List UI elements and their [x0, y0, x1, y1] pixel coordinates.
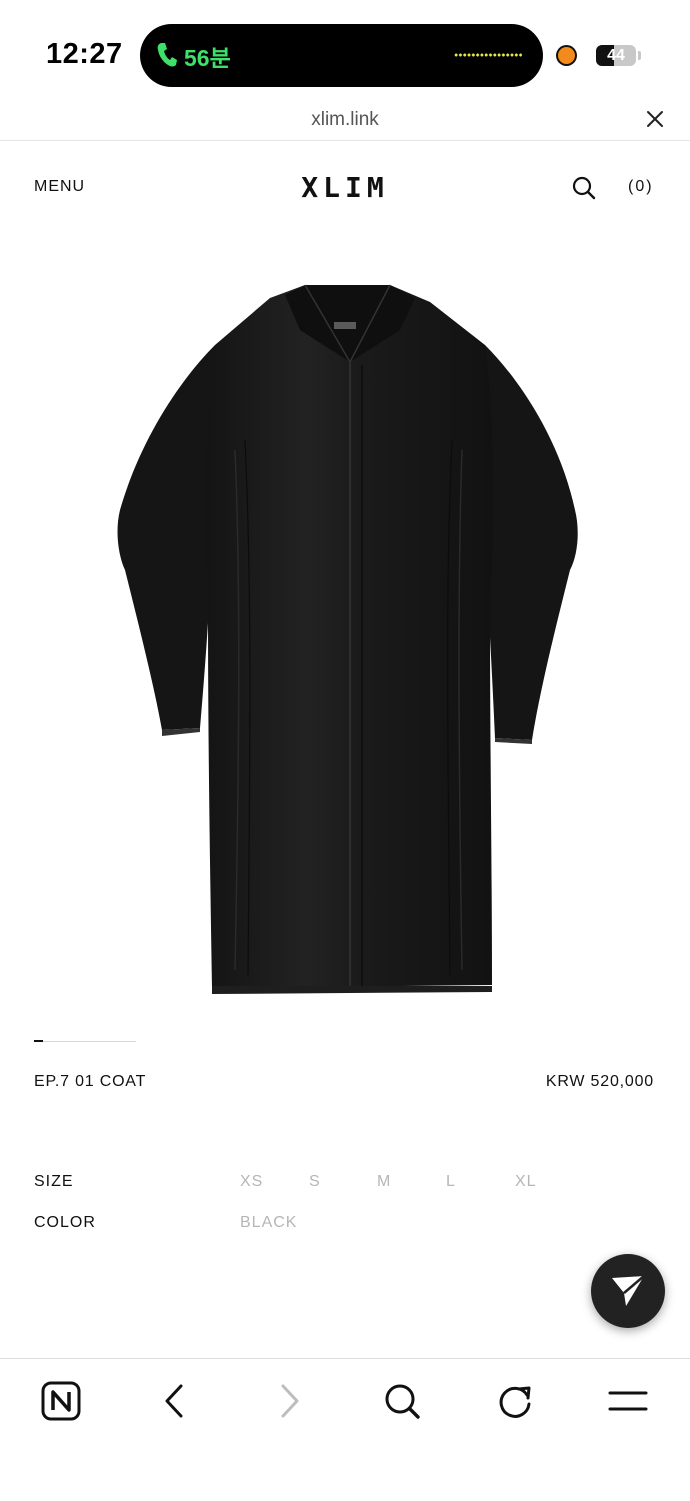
color-label: COLOR	[34, 1214, 96, 1231]
status-bar: 12:27 56분 44	[0, 0, 690, 100]
naver-home-icon	[41, 1381, 81, 1421]
product-image[interactable]	[100, 270, 590, 1010]
audio-waveform-icon	[454, 53, 522, 57]
naver-home-button[interactable]	[38, 1378, 84, 1424]
search-icon	[385, 1384, 420, 1419]
close-icon[interactable]	[644, 108, 666, 130]
back-button[interactable]	[152, 1378, 198, 1424]
url-bar: xlim.link	[0, 100, 690, 141]
reload-button[interactable]	[492, 1378, 538, 1424]
recording-indicator-icon	[558, 47, 575, 64]
size-option-xs[interactable]: XS	[240, 1173, 263, 1191]
size-label: SIZE	[34, 1173, 74, 1190]
search-icon[interactable]	[571, 175, 597, 201]
search-button[interactable]	[379, 1378, 425, 1424]
carousel-progress-track	[34, 1041, 136, 1042]
size-option-s[interactable]: S	[309, 1173, 321, 1191]
carousel-progress-indicator	[34, 1040, 43, 1042]
forward-button[interactable]	[266, 1378, 312, 1424]
menu-button-toolbar[interactable]	[605, 1378, 651, 1424]
battery-level: 44	[607, 47, 625, 64]
phone-icon	[157, 43, 177, 67]
size-option-l[interactable]: L	[446, 1173, 456, 1191]
size-option-xl[interactable]: XL	[515, 1173, 537, 1191]
back-icon	[165, 1384, 183, 1418]
menu-icon	[608, 1391, 648, 1411]
forward-icon	[281, 1384, 299, 1418]
product-price: KRW 520,000	[545, 1073, 654, 1090]
send-fab-button[interactable]	[591, 1254, 665, 1328]
call-duration: 56분	[184, 45, 231, 71]
cart-button[interactable]: (0)	[628, 178, 654, 196]
browser-toolbar	[0, 1358, 690, 1501]
size-option-m[interactable]: M	[377, 1173, 391, 1191]
battery-icon: 44	[596, 45, 636, 66]
send-icon	[612, 1275, 645, 1306]
clock: 12:27	[46, 38, 123, 70]
battery-cap	[638, 51, 641, 60]
reload-icon	[499, 1386, 531, 1418]
color-option-black[interactable]: BLACK	[240, 1214, 297, 1232]
url-text[interactable]: xlim.link	[0, 109, 690, 131]
product-name: EP.7 01 COAT	[34, 1073, 147, 1090]
